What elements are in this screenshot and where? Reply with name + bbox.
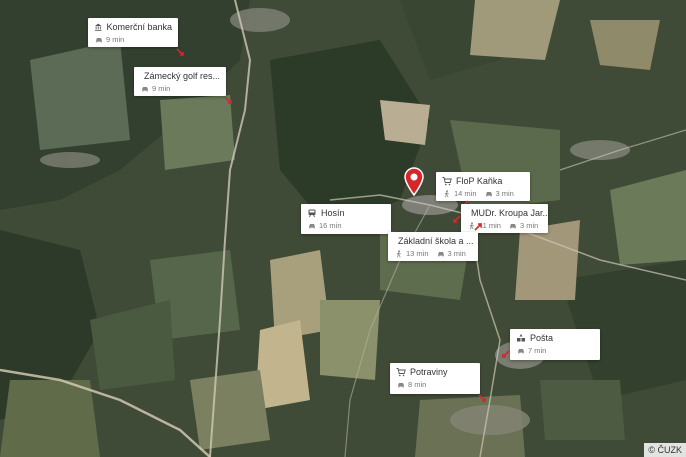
travel-time: 8 min [408, 380, 427, 389]
poi-card-hosin[interactable]: Hosín 16 min [301, 204, 391, 234]
travel-time: 9 min [152, 84, 171, 93]
pointer-arrow-icon [176, 48, 184, 56]
car-icon [518, 348, 524, 353]
car-icon [510, 223, 516, 228]
poi-card-komercni-banka[interactable]: Komerční banka 9 min [88, 18, 178, 47]
car-icon [398, 382, 404, 387]
pointer-arrow-icon [502, 350, 510, 358]
travel-time: 14 min [454, 189, 477, 198]
map-view[interactable]: Komerční banka 9 min Zámecký golf res...… [0, 0, 686, 457]
poi-name: Zámecký golf res... [144, 71, 221, 81]
map-copyright: © ČUZK [644, 443, 686, 457]
travel-time: 3 min [495, 189, 514, 198]
car-icon [485, 191, 492, 196]
poi-card-zakladni-skola[interactable]: Základní škola a ... 13 min 3 min [388, 232, 478, 261]
poi-card-potraviny[interactable]: Potraviny 8 min [390, 363, 480, 394]
poi-name: MUDr. Kroupa Jar... [471, 208, 551, 218]
poi-card-flop-kanka[interactable]: FloP Kaňka 14 min 3 min [436, 172, 530, 201]
poi-name: Komerční banka [106, 22, 172, 32]
car-icon [437, 251, 444, 256]
station-icon [308, 209, 316, 218]
shop-icon [442, 177, 452, 186]
travel-time: 3 min [519, 221, 539, 230]
travel-time: 9 min [106, 35, 125, 44]
car-icon [142, 86, 148, 91]
poi-card-zamecky-golf[interactable]: Zámecký golf res... 9 min [134, 67, 226, 96]
poi-name: Hosín [321, 208, 345, 218]
location-pin-icon[interactable] [403, 166, 425, 196]
bank-icon [94, 23, 102, 31]
travel-time: 3 min [447, 249, 466, 258]
poi-name: Pošta [530, 333, 554, 343]
car-icon [96, 37, 102, 42]
poi-name: Potraviny [410, 367, 448, 377]
poi-name: FloP Kaňka [456, 176, 503, 186]
poi-name: Základní škola a ... [398, 236, 474, 246]
pointer-arrow-icon [453, 215, 461, 223]
post-icon [517, 334, 525, 342]
shop-icon [396, 368, 406, 377]
travel-time: 13 min [406, 249, 429, 258]
travel-time: 16 min [319, 221, 342, 230]
walk-icon [444, 189, 449, 197]
car-icon [309, 223, 315, 228]
poi-card-posta[interactable]: Pošta 7 min [510, 329, 600, 360]
pointer-arrow-icon [474, 223, 482, 231]
travel-time: 7 min [528, 346, 547, 355]
pointer-arrow-icon [224, 96, 232, 104]
pointer-arrow-icon [478, 394, 486, 402]
walk-icon [396, 249, 401, 257]
